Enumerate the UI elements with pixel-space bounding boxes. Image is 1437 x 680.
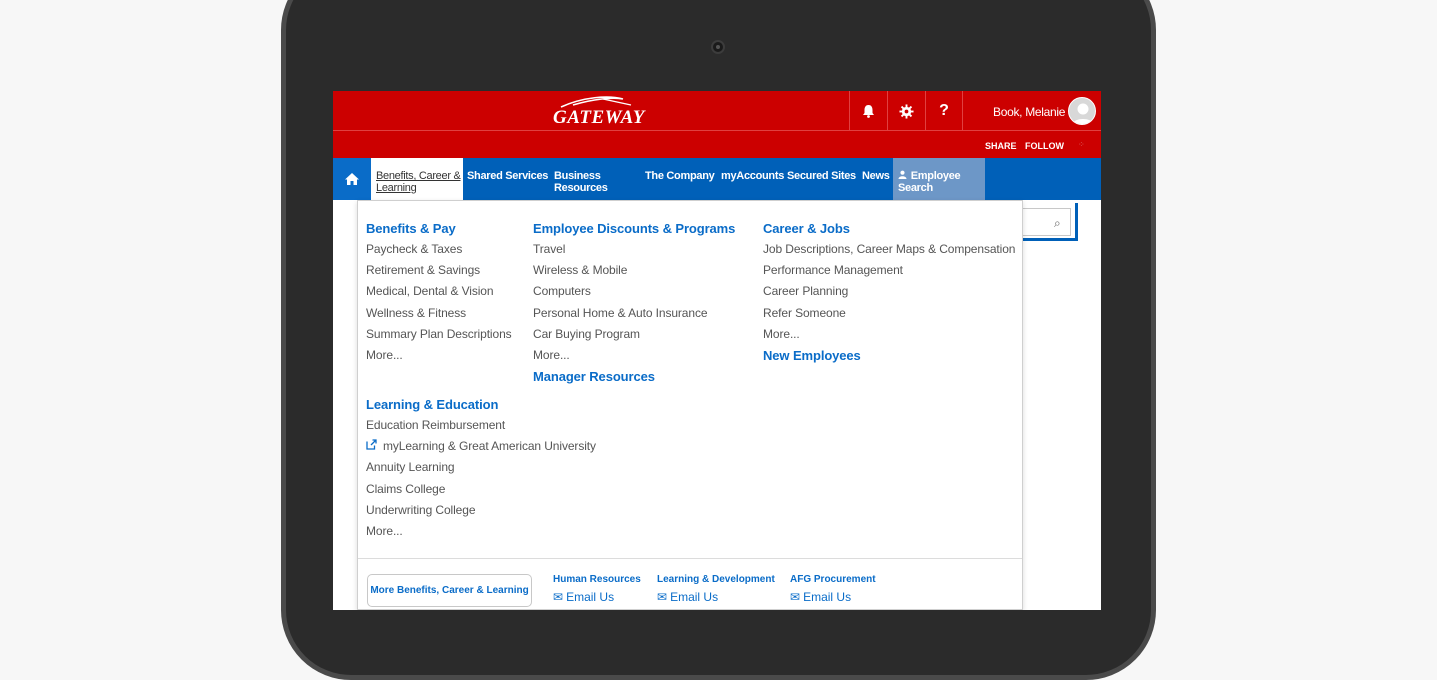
nav-benefits-career-learning[interactable]: Benefits, Career & Learning — [371, 158, 463, 200]
avatar[interactable] — [1068, 97, 1096, 125]
nav-employee-search[interactable]: Employee Search — [893, 158, 985, 200]
menu-link[interactable]: Wireless & Mobile — [533, 262, 735, 283]
search-input[interactable] — [1023, 208, 1071, 236]
discounts-section: Employee Discounts & Programs Travel Wir… — [533, 220, 735, 389]
main-nav: Benefits, Career & Learning Shared Servi… — [333, 158, 1101, 200]
menu-link[interactable]: Retirement & Savings — [366, 262, 512, 283]
contact-afg-procurement: AFG Procurement ✉ Email Us — [790, 574, 876, 604]
top-header: Gateway — [333, 91, 1101, 131]
email-link[interactable]: ✉ Email Us — [657, 590, 775, 604]
nav-business-resources[interactable]: Business Resources — [554, 170, 624, 194]
envelope-icon: ✉ — [553, 590, 564, 604]
menu-link[interactable]: Performance Management — [763, 262, 1015, 283]
menu-link[interactable]: Underwriting College — [366, 502, 596, 523]
email-link[interactable]: ✉ Email Us — [553, 590, 641, 604]
bell-icon — [863, 105, 874, 118]
menu-link[interactable]: Personal Home & Auto Insurance — [533, 305, 735, 326]
loading-indicator-icon: ⁘ — [1078, 140, 1085, 149]
follow-link[interactable]: FOLLOW — [1025, 141, 1064, 151]
share-link[interactable]: SHARE — [985, 141, 1017, 151]
camera-icon — [711, 40, 725, 54]
contact-title: AFG Procurement — [790, 574, 876, 585]
menu-link[interactable]: Paycheck & Taxes — [366, 241, 512, 262]
more-link[interactable]: More... — [763, 326, 1015, 347]
discounts-heading[interactable]: Employee Discounts & Programs — [533, 220, 735, 241]
user-avatar-icon — [1072, 103, 1094, 124]
menu-link[interactable]: Job Descriptions, Career Maps & Compensa… — [763, 241, 1015, 262]
career-jobs-section: Career & Jobs Job Descriptions, Career M… — [763, 220, 1015, 368]
menu-link[interactable]: Education Reimbursement — [366, 417, 596, 438]
home-icon — [345, 173, 359, 185]
contact-title: Human Resources — [553, 574, 641, 585]
menu-link[interactable]: Wellness & Fitness — [366, 305, 512, 326]
learning-education-heading[interactable]: Learning & Education — [366, 396, 596, 417]
menu-link[interactable]: Travel — [533, 241, 735, 262]
nav-myaccounts[interactable]: myAccounts — [721, 170, 784, 182]
email-label: Email Us — [566, 590, 615, 604]
email-label: Email Us — [670, 590, 719, 604]
share-bar: SHARE FOLLOW ⁘ — [333, 131, 1101, 158]
envelope-icon: ✉ — [657, 590, 668, 604]
nav-secured-sites[interactable]: Secured Sites — [787, 170, 856, 182]
envelope-icon: ✉ — [790, 590, 801, 604]
benefits-pay-heading[interactable]: Benefits & Pay — [366, 220, 512, 241]
help-icon: ? — [939, 102, 949, 119]
more-link[interactable]: More... — [366, 347, 512, 368]
nav-shared-services[interactable]: Shared Services — [467, 170, 549, 182]
contact-human-resources: Human Resources ✉ Email Us — [553, 574, 641, 604]
nav-label: Employee Search — [898, 170, 961, 194]
home-button[interactable] — [333, 158, 371, 200]
external-link-icon — [366, 439, 380, 453]
app-screen: Gateway — [333, 91, 1101, 610]
career-jobs-heading[interactable]: Career & Jobs — [763, 220, 1015, 241]
benefits-pay-section: Benefits & Pay Paycheck & Taxes Retireme… — [366, 220, 512, 368]
notifications-button[interactable] — [849, 91, 887, 131]
contact-learning-development: Learning & Development ✉ Email Us — [657, 574, 775, 604]
gateway-logo[interactable]: Gateway — [553, 95, 648, 128]
more-link[interactable]: More... — [366, 523, 596, 544]
menu-link[interactable]: Annuity Learning — [366, 459, 596, 480]
manager-resources-heading[interactable]: Manager Resources — [533, 368, 735, 389]
more-link[interactable]: More... — [533, 347, 735, 368]
learning-education-section: Learning & Education Education Reimburse… — [366, 396, 596, 544]
nav-news[interactable]: News — [862, 170, 890, 182]
nav-label: Benefits, Career & Learning — [376, 170, 461, 194]
mega-menu-dropdown: Benefits & Pay Paycheck & Taxes Retireme… — [357, 200, 1023, 610]
gear-icon — [899, 103, 914, 119]
help-button[interactable]: ? — [925, 91, 963, 131]
person-icon — [898, 170, 907, 179]
logo-text: Gateway — [553, 107, 645, 128]
menu-link[interactable]: Computers — [533, 283, 735, 304]
external-menu-link[interactable]: myLearning & Great American University — [366, 438, 596, 459]
header-icons: ? — [849, 91, 963, 131]
menu-link[interactable]: Summary Plan Descriptions — [366, 326, 512, 347]
menu-link[interactable]: Claims College — [366, 481, 596, 502]
menu-link[interactable]: Medical, Dental & Vision — [366, 283, 512, 304]
contact-title: Learning & Development — [657, 574, 775, 585]
menu-link[interactable]: Refer Someone — [763, 305, 1015, 326]
settings-button[interactable] — [887, 91, 925, 131]
dropdown-footer: More Benefits, Career & Learning Human R… — [358, 558, 1022, 610]
menu-link[interactable]: Car Buying Program — [533, 326, 735, 347]
search-icon[interactable]: ⌕ — [1054, 216, 1061, 231]
menu-link-label: myLearning & Great American University — [382, 439, 596, 454]
nav-the-company[interactable]: The Company — [645, 170, 715, 182]
menu-link[interactable]: Career Planning — [763, 283, 1015, 304]
user-name[interactable]: Book, Melanie — [993, 105, 1065, 119]
email-label: Email Us — [803, 590, 852, 604]
more-benefits-button[interactable]: More Benefits, Career & Learning — [367, 574, 532, 607]
new-employees-heading[interactable]: New Employees — [763, 347, 1015, 368]
email-link[interactable]: ✉ Email Us — [790, 590, 876, 604]
